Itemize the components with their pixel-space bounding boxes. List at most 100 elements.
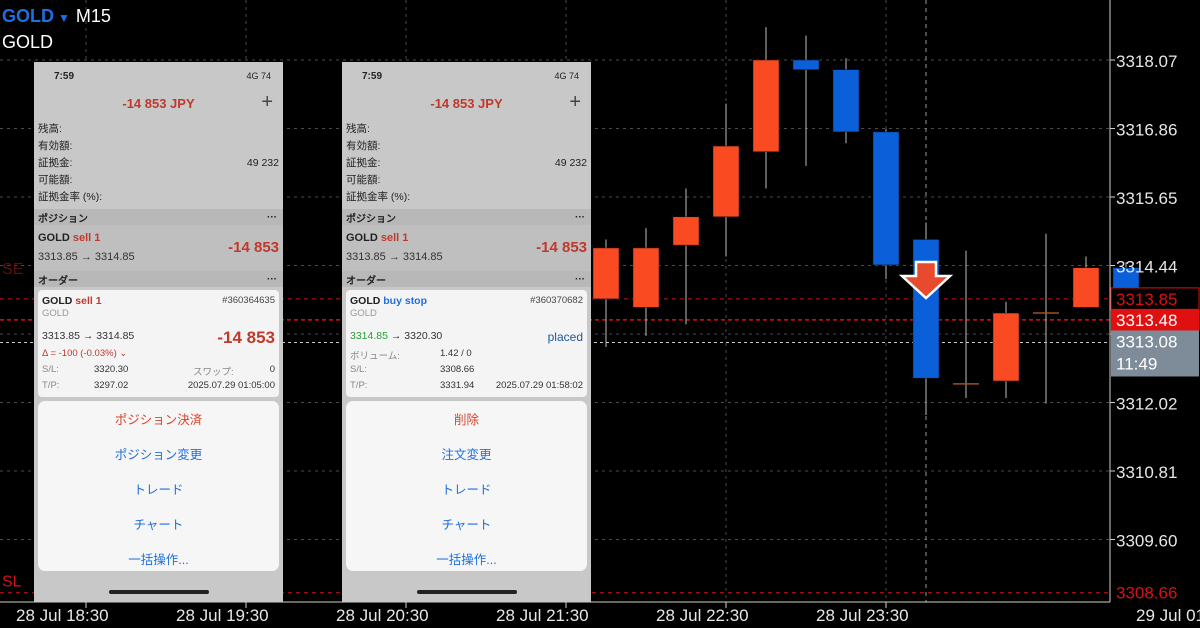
order-delta[interactable]: Δ = -100 (-0.03%) ⌄ <box>42 348 127 359</box>
timeframe-label[interactable]: M15 <box>76 6 111 26</box>
order-ticket: #360370682 <box>530 295 583 306</box>
margin-label: 証拠金: <box>38 157 73 169</box>
trade-button[interactable]: トレード <box>38 471 279 506</box>
bid-price-label: 3313.08 <box>1116 332 1177 351</box>
candle-body <box>1072 267 1100 308</box>
plus-icon[interactable]: + <box>569 91 581 114</box>
position-symbol: GOLD <box>38 232 70 244</box>
symbol-label[interactable]: GOLD <box>2 6 54 26</box>
candle-body <box>992 312 1020 382</box>
modify-order-button[interactable]: 注文変更 <box>346 436 587 471</box>
candle-body <box>672 216 700 246</box>
positions-section-header: ポジション ··· <box>34 209 283 225</box>
action-sheet: ポジション決済 ポジション変更 トレード チャート 一括操作... <box>38 401 279 571</box>
position-row[interactable]: GOLD sell 1 3313.85 → 3314.85 -14 853 <box>342 225 591 271</box>
price-tick-label: 3309.60 <box>1116 532 1177 551</box>
trade-button[interactable]: トレード <box>346 471 587 506</box>
candle-body <box>912 239 940 379</box>
chart-header[interactable]: GOLD ▼ M15 <box>2 6 111 27</box>
price-tick-label: 3312.02 <box>1116 395 1177 414</box>
free-margin-label: 可能額: <box>38 174 73 186</box>
panel-header: -14 853 JPY + <box>342 88 591 120</box>
candle-body <box>712 145 740 218</box>
close-position-button[interactable]: ポジション決済 <box>38 401 279 436</box>
price-tick-label: 3314.44 <box>1116 258 1177 277</box>
time-tick-label: 28 Jul 22:30 <box>656 606 749 625</box>
plus-icon[interactable]: + <box>261 91 273 114</box>
candle-body <box>792 59 820 70</box>
equity-label: 有効額: <box>38 140 73 152</box>
orders-section-header: オーダー ··· <box>342 271 591 287</box>
order-profit: -14 853 <box>217 328 275 347</box>
order-date: 2025.07.29 01:58:02 <box>495 380 583 391</box>
time-tick-label: 28 Jul 18:30 <box>16 606 109 625</box>
order-card[interactable]: GOLD sell 1 #360364635 GOLD 3313.85 → 33… <box>38 290 279 397</box>
free-margin-label: 可能額: <box>346 174 381 186</box>
position-prices: 3313.85 → 3314.85 <box>346 251 443 263</box>
action-sheet: 削除 注文変更 トレード チャート 一括操作... <box>346 401 587 571</box>
bulk-operations-button[interactable]: 一括操作... <box>346 541 587 576</box>
triangle-down-icon[interactable]: ▼ <box>58 11 70 25</box>
sl-value: 3308.66 <box>440 364 475 375</box>
candle-body <box>632 247 660 308</box>
home-indicator[interactable] <box>109 590 209 594</box>
sl-price-label: 3313.85 <box>1116 290 1177 309</box>
panel-header: -14 853 JPY + <box>34 88 283 120</box>
position-side: sell 1 <box>380 232 409 244</box>
order-price-from: 3314.85 <box>350 330 388 342</box>
time-tick-label: 28 Jul 19:30 <box>176 606 269 625</box>
sl2-price-label: 3308.66 <box>1116 584 1177 603</box>
chart-button[interactable]: チャート <box>346 506 587 541</box>
delete-order-button[interactable]: 削除 <box>346 401 587 436</box>
orders-header-label: オーダー <box>38 275 78 287</box>
position-profit: -14 853 <box>536 239 587 256</box>
margin-value: 49 232 <box>246 156 279 169</box>
more-icon[interactable]: ··· <box>267 212 277 223</box>
order-card[interactable]: GOLD buy stop #360370682 GOLD 3314.85 → … <box>346 290 587 397</box>
balance-label: 残高: <box>38 123 62 135</box>
more-icon[interactable]: ··· <box>575 274 585 285</box>
volume-value: 1.42 / 0 <box>440 348 472 359</box>
order-subtitle: GOLD <box>42 308 69 319</box>
swap-label: スワップ: <box>193 367 234 378</box>
sl-label: S/L: <box>350 364 367 375</box>
price-tick-label: 3316.86 <box>1116 121 1177 140</box>
chart-button[interactable]: チャート <box>38 506 279 541</box>
order-date: 2025.07.29 01:05:00 <box>187 380 275 391</box>
time-tick-label: 28 Jul 21:30 <box>496 606 589 625</box>
status-bar: 7:59 4G 74 <box>342 62 591 88</box>
tp-value: 3331.94 <box>440 380 475 391</box>
orders-header-label: オーダー <box>346 275 386 287</box>
price-tick-label: 3318.07 <box>1116 52 1177 71</box>
bulk-operations-button[interactable]: 一括操作... <box>38 541 279 576</box>
position-symbol: GOLD <box>346 232 378 244</box>
sl-tag-faded: SE <box>2 261 23 278</box>
account-summary: 残高: 有効額: 証拠金: 49 232 可能額: 証拠金率 (%): <box>34 120 283 205</box>
price-tick-label: 3310.81 <box>1116 463 1177 482</box>
position-prices: 3313.85 → 3314.85 <box>38 251 135 263</box>
order-side: buy stop <box>383 295 428 307</box>
account-summary: 残高: 有効額: 証拠金: 49 232 可能額: 証拠金率 (%): <box>342 120 591 205</box>
tp-value: 3297.02 <box>94 380 129 391</box>
swap-value: 0 <box>269 364 275 375</box>
positions-section-header: ポジション ··· <box>342 209 591 225</box>
positions-header-label: ポジション <box>346 213 396 225</box>
status-time: 7:59 <box>54 71 75 82</box>
margin-label: 証拠金: <box>346 157 381 169</box>
position-side: sell 1 <box>72 232 101 244</box>
more-icon[interactable]: ··· <box>575 212 585 223</box>
tp-label: T/P: <box>42 380 60 391</box>
margin-value: 49 232 <box>554 156 587 169</box>
modify-position-button[interactable]: ポジション変更 <box>38 436 279 471</box>
countdown-label: 11:49 <box>1116 354 1157 373</box>
current-price-label: 3313.48 <box>1116 311 1177 330</box>
home-indicator[interactable] <box>417 590 517 594</box>
sell-arrow-icon <box>898 260 954 300</box>
tp-label: T/P: <box>350 380 368 391</box>
order-subtitle: GOLD <box>350 308 377 319</box>
price-tick-label: 3315.65 <box>1116 189 1177 208</box>
position-row[interactable]: GOLD sell 1 3313.85 → 3314.85 -14 853 <box>34 225 283 271</box>
candle-body <box>872 131 900 266</box>
more-icon[interactable]: ··· <box>267 274 277 285</box>
status-icons: 4G 74 <box>554 71 579 81</box>
